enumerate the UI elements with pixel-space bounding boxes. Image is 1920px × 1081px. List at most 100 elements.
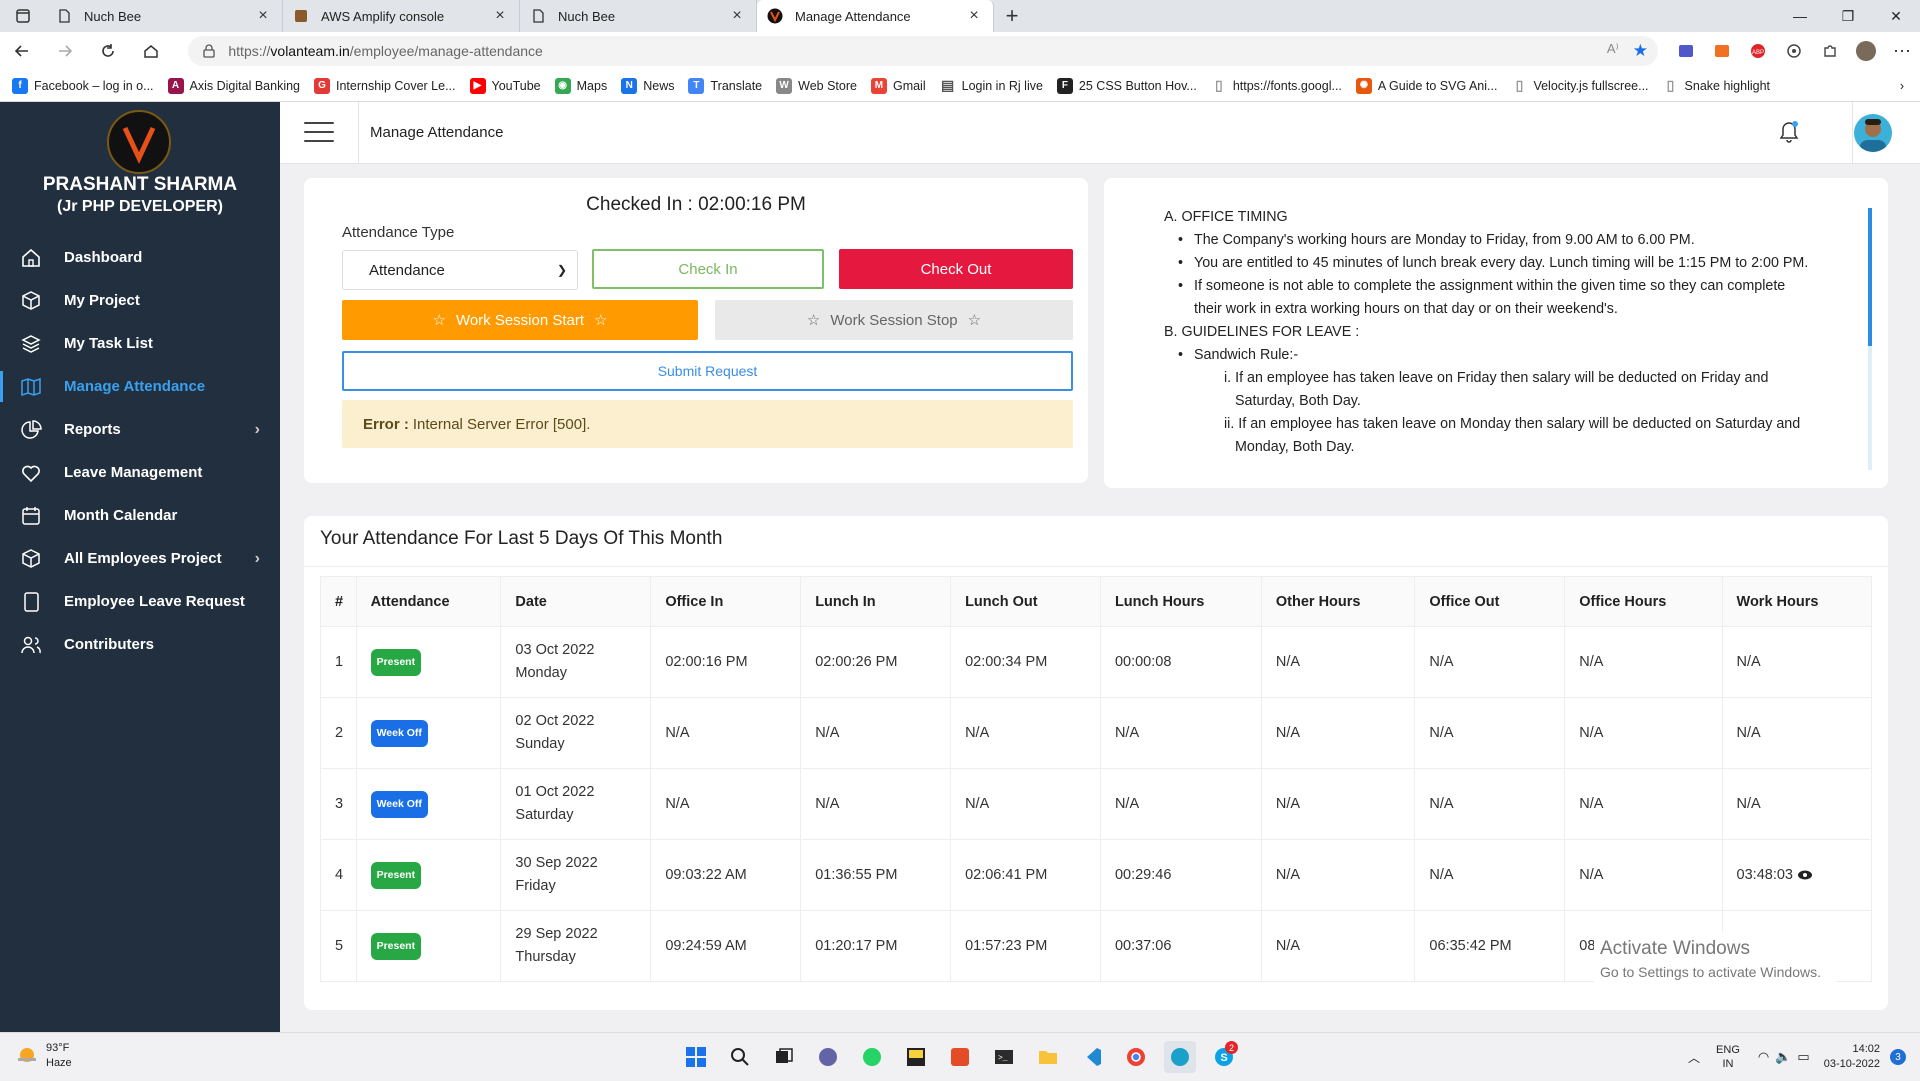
- extensions-puzzle-icon[interactable]: [1812, 35, 1848, 67]
- url-field[interactable]: https://volanteam.in/employee/manage-att…: [188, 36, 1658, 66]
- header-divider: [358, 102, 359, 164]
- bookmark-item[interactable]: A Axis Digital Banking: [167, 77, 300, 94]
- language-indicator[interactable]: ENG IN: [1716, 1043, 1740, 1071]
- terminal-button[interactable]: >_: [988, 1041, 1020, 1073]
- read-aloud-icon[interactable]: A⁾: [1607, 41, 1619, 61]
- wifi-icon[interactable]: ◠: [1758, 1049, 1769, 1065]
- cell-other-hours: N/A: [1260, 839, 1416, 911]
- tab-title: Nuch Bee: [84, 8, 142, 24]
- sidebar-item-reports[interactable]: Reports ›: [0, 408, 280, 451]
- sidebar-item-contributers[interactable]: Contributers: [0, 623, 280, 666]
- forward-button[interactable]: [43, 32, 86, 70]
- check-out-button[interactable]: Check Out: [839, 249, 1073, 289]
- bookmark-item[interactable]: T Translate: [688, 77, 762, 94]
- teams-chat-button[interactable]: [812, 1041, 844, 1073]
- attendance-type-select[interactable]: Attendance ❯: [342, 250, 578, 290]
- rules-scrollbar-thumb[interactable]: [1868, 208, 1872, 346]
- sidebar-item-dashboard[interactable]: Dashboard: [0, 236, 280, 279]
- bookmark-label: Web Store: [798, 78, 857, 93]
- volume-icon[interactable]: 🔈: [1775, 1049, 1791, 1065]
- extension-off-icon[interactable]: [1704, 35, 1740, 67]
- bookmarks-overflow-icon[interactable]: ›: [1900, 79, 1904, 93]
- browser-tab[interactable]: AWS Amplify console ×: [283, 0, 520, 32]
- eye-icon[interactable]: [1797, 869, 1813, 881]
- user-avatar[interactable]: [1854, 114, 1892, 152]
- notification-bell-button[interactable]: [1778, 120, 1800, 144]
- sidebar-item-my-task-list[interactable]: My Task List: [0, 322, 280, 365]
- sidebar-item-month-calendar[interactable]: Month Calendar: [0, 494, 280, 537]
- battery-icon[interactable]: ▭: [1797, 1049, 1809, 1065]
- vscode-button[interactable]: [1076, 1041, 1108, 1073]
- bookmark-label: Facebook – log in o...: [34, 78, 154, 93]
- table-row: 3 Week Off 01 Oct 2022 Saturday N/A N/A N/A N/A…: [320, 768, 1873, 840]
- browser-tab[interactable]: Nuch Bee ×: [520, 0, 757, 32]
- check-in-button[interactable]: Check In: [592, 249, 824, 289]
- sidebar-item-all-employees-project[interactable]: All Employees Project ›: [0, 537, 280, 580]
- bookmark-item[interactable]: ◉ Maps: [554, 77, 607, 94]
- cell-lunch-in: 01:36:55 PM: [800, 839, 952, 911]
- reload-button[interactable]: [86, 32, 129, 70]
- chrome-button[interactable]: [1120, 1041, 1152, 1073]
- bookmark-item[interactable]: W Web Store: [776, 77, 857, 94]
- work-session-stop-button[interactable]: ☆ Work Session Stop ☆: [715, 300, 1073, 340]
- browser-tab[interactable]: Manage Attendance ×: [757, 0, 994, 32]
- sticky-notes-button[interactable]: [900, 1041, 932, 1073]
- bookmark-item[interactable]: G Internship Cover Le...: [314, 77, 456, 94]
- table-row: 4 Present 30 Sep 2022 Friday 09:03:22 AM 01:3…: [320, 839, 1873, 911]
- bookmark-item[interactable]: F 25 CSS Button Hov...: [1056, 77, 1197, 94]
- sidebar-item-employee-leave-request[interactable]: Employee Leave Request: [0, 580, 280, 623]
- bookmark-item[interactable]: f Facebook – log in o...: [12, 77, 154, 94]
- tab-actions-button[interactable]: [0, 0, 46, 32]
- edge-button[interactable]: [1164, 1041, 1196, 1073]
- extension-circle-icon[interactable]: [1776, 35, 1812, 67]
- new-tab-button[interactable]: +: [994, 0, 1030, 32]
- restore-button[interactable]: ❐: [1824, 0, 1872, 32]
- home-button[interactable]: [129, 32, 172, 70]
- file-explorer-button[interactable]: [1032, 1041, 1064, 1073]
- weekday-text: Saturday: [515, 807, 574, 823]
- adblock-icon[interactable]: ABP: [1740, 35, 1776, 67]
- chevron-up-icon[interactable]: ︿: [1688, 1049, 1700, 1066]
- back-button[interactable]: [0, 32, 43, 70]
- bookmark-item[interactable]: ▯ Snake highlight: [1663, 77, 1770, 94]
- submit-request-button[interactable]: Submit Request: [342, 351, 1073, 391]
- haze-sun-icon: [18, 1048, 36, 1062]
- close-tab-icon[interactable]: ×: [491, 7, 509, 25]
- extension-teams-icon[interactable]: [1668, 35, 1704, 67]
- close-tab-icon[interactable]: ×: [965, 7, 983, 25]
- search-button[interactable]: [724, 1041, 756, 1073]
- rule-item: The Company's working hours are Monday t…: [1164, 229, 1844, 252]
- close-tab-icon[interactable]: ×: [728, 7, 746, 25]
- weather-widget[interactable]: 93°F Haze: [16, 1041, 72, 1071]
- menu-toggle-button[interactable]: [304, 122, 334, 144]
- close-window-button[interactable]: ✕: [1872, 0, 1920, 32]
- cell-status: Week Off: [355, 697, 502, 769]
- skype-button[interactable]: S2: [1208, 1041, 1240, 1073]
- whatsapp-button[interactable]: [856, 1041, 888, 1073]
- edge-icon: [1171, 1048, 1189, 1066]
- sidebar-item-leave-management[interactable]: Leave Management: [0, 451, 280, 494]
- task-view-button[interactable]: [768, 1041, 800, 1073]
- favorite-star-icon[interactable]: ★: [1633, 41, 1648, 61]
- browser-menu-icon[interactable]: ⋯: [1884, 35, 1920, 67]
- skype-badge: 2: [1225, 1041, 1238, 1054]
- profile-avatar-icon[interactable]: [1848, 35, 1884, 67]
- notification-count[interactable]: 3: [1890, 1049, 1906, 1065]
- bookmark-item[interactable]: N News: [621, 77, 674, 94]
- bookmark-item[interactable]: ▯ Velocity.js fullscree...: [1511, 77, 1649, 94]
- clock[interactable]: 14:02 03-10-2022: [1824, 1042, 1880, 1072]
- close-tab-icon[interactable]: ×: [254, 7, 272, 25]
- home-icon: [20, 247, 42, 269]
- minimize-button[interactable]: —: [1776, 0, 1824, 32]
- sidebar-item-manage-attendance[interactable]: Manage Attendance: [0, 365, 280, 408]
- bookmark-item[interactable]: ▶ YouTube: [469, 77, 541, 94]
- sidebar-item-my-project[interactable]: My Project: [0, 279, 280, 322]
- bookmark-item[interactable]: ▤ Login in Rj live: [940, 77, 1043, 94]
- bookmark-item[interactable]: M Gmail: [870, 77, 926, 94]
- bookmark-item[interactable]: ✺ A Guide to SVG Ani...: [1355, 77, 1497, 94]
- start-button[interactable]: [680, 1041, 712, 1073]
- figma-button[interactable]: [944, 1041, 976, 1073]
- work-session-start-button[interactable]: ☆ Work Session Start ☆: [342, 300, 698, 340]
- browser-tab[interactable]: Nuch Bee ×: [46, 0, 283, 32]
- bookmark-item[interactable]: ▯ https://fonts.googl...: [1211, 77, 1342, 94]
